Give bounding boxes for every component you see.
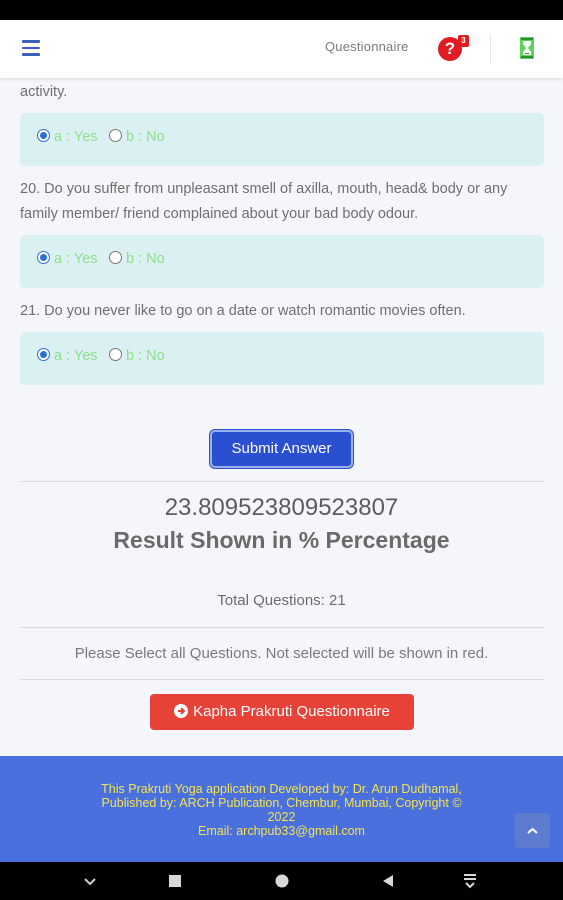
- scroll-to-top-button[interactable]: [515, 813, 550, 848]
- radio-no[interactable]: [109, 251, 122, 264]
- arrow-circle-right-icon: [174, 704, 189, 718]
- radio-yes[interactable]: [37, 129, 50, 142]
- nav-title[interactable]: Questionnaire: [325, 39, 409, 54]
- option-yes-label: a : Yes: [54, 251, 98, 267]
- option-yes[interactable]: a : Yes: [37, 348, 98, 364]
- footer-line-year: 2022: [267, 810, 296, 824]
- selection-notice: Please Select all Questions. Not selecte…: [74, 645, 489, 662]
- divider: [20, 481, 544, 482]
- divider: [20, 627, 544, 628]
- footer-line-developer: This Prakruti Yoga application Developed…: [101, 782, 462, 796]
- footer-line-publisher: Published by: ARCH Publication, Chembur,…: [101, 796, 462, 810]
- answer-options: a : Yes b : No: [20, 332, 544, 385]
- result-caption: Result Shown in % Percentage: [113, 527, 450, 553]
- option-yes[interactable]: a : Yes: [37, 129, 98, 145]
- option-no[interactable]: b : No: [109, 348, 165, 364]
- footer: This Prakruti Yoga application Developed…: [0, 756, 563, 862]
- option-no-label: b : No: [126, 129, 165, 145]
- option-no-label: b : No: [126, 251, 165, 267]
- footer-text: This Prakruti Yoga application Developed…: [70, 782, 493, 838]
- hourglass-icon[interactable]: [519, 37, 535, 59]
- submit-answer-button[interactable]: Submit Answer: [210, 430, 353, 468]
- home-circle-icon[interactable]: [274, 873, 290, 889]
- option-yes[interactable]: a : Yes: [37, 251, 98, 267]
- option-yes-label: a : Yes: [54, 348, 98, 364]
- keyboard-hide-icon[interactable]: [462, 873, 478, 889]
- option-no[interactable]: b : No: [109, 251, 165, 267]
- footer-line-email[interactable]: Email: archpub33@gmail.com: [70, 824, 493, 838]
- radio-yes[interactable]: [37, 251, 50, 264]
- chevron-down-icon[interactable]: [82, 873, 98, 889]
- question-text: activity.: [20, 84, 68, 100]
- nav-divider: [490, 34, 491, 64]
- answer-options: a : Yes b : No: [20, 113, 544, 166]
- answer-options: a : Yes b : No: [20, 235, 544, 288]
- radio-yes[interactable]: [37, 348, 50, 361]
- radio-no[interactable]: [109, 129, 122, 142]
- option-yes-label: a : Yes: [54, 129, 98, 145]
- help-badge: 3: [458, 35, 469, 47]
- result-value: 23.809523809523807: [164, 494, 399, 521]
- question-text: 21. Do you never like to go on a date or…: [20, 303, 466, 319]
- chevron-up-icon: [527, 827, 538, 834]
- top-navbar: Questionnaire ? 3: [0, 20, 563, 78]
- status-bar: [0, 0, 563, 20]
- option-no[interactable]: b : No: [109, 129, 165, 145]
- android-nav-bar: [0, 862, 563, 900]
- menu-icon[interactable]: [22, 40, 40, 56]
- radio-no[interactable]: [109, 348, 122, 361]
- question-text: 20. Do you suffer from unpleasant smell …: [20, 181, 508, 222]
- total-questions: Total Questions: 21: [217, 592, 346, 609]
- questionnaire-content: activity. a : Yes b : No 20. Do you suff…: [20, 78, 544, 396]
- kapha-questionnaire-button[interactable]: Kapha Prakruti Questionnaire: [150, 694, 414, 730]
- divider: [20, 679, 544, 680]
- back-triangle-icon[interactable]: [380, 873, 396, 889]
- option-no-label: b : No: [126, 348, 165, 364]
- help-icon[interactable]: ? 3: [438, 35, 469, 63]
- recents-square-icon[interactable]: [167, 873, 183, 889]
- kapha-button-label: Kapha Prakruti Questionnaire: [193, 703, 390, 720]
